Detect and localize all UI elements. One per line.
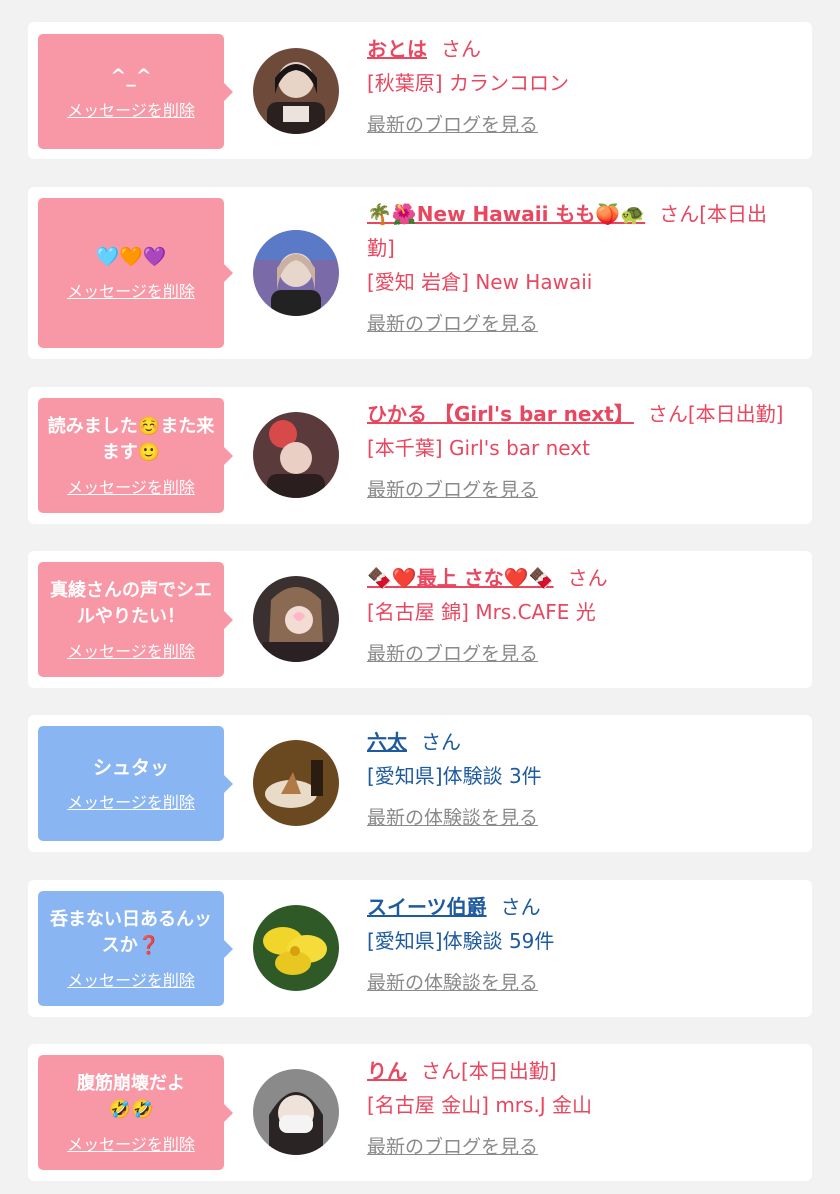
delete-message-link[interactable]: メッセージを削除 [67, 789, 195, 813]
avatar[interactable] [253, 48, 339, 134]
message-text: 読みました☺️また来ます🙂 [47, 415, 215, 463]
avatar[interactable] [253, 1069, 339, 1155]
latest-review-link[interactable]: 最新の体験談を見る [367, 968, 538, 995]
delete-message-link[interactable]: メッセージを削除 [67, 474, 195, 498]
message-card: 🩵🧡💜 メッセージを削除 🌴🌺New Hawaii もも🍑🐢 さん[本日出勤] [… [28, 187, 812, 359]
message-text: シュタッ [92, 756, 169, 779]
honorific: さん[本日出勤] [647, 402, 784, 426]
sender-name-link[interactable]: ひかる 【Girl's bar next】 [367, 402, 634, 426]
sender-info: りん さん[本日出勤] [名古屋 金山] mrs.J 金山 最新のブログを見る [367, 1054, 792, 1159]
sender-name-link[interactable]: 六太 [367, 730, 407, 754]
avatar[interactable] [253, 905, 339, 991]
message-bubble: 真綾さんの声でシエルやりたい！ メッセージを削除 [38, 562, 233, 677]
message-list: ^_^ メッセージを削除 おとは さん [秋葉原] カランコロン 最新のブログを見… [0, 0, 840, 1194]
message-bubble: シュタッ メッセージを削除 [38, 726, 233, 841]
sender-info: おとは さん [秋葉原] カランコロン 最新のブログを見る [367, 32, 792, 137]
message-card: 真綾さんの声でシエルやりたい！ メッセージを削除 🍫❤️最上 さな❤️🍫 さん [… [28, 551, 812, 688]
avatar[interactable] [253, 576, 339, 662]
honorific: さん[本日出勤] [421, 1059, 557, 1083]
message-bubble: 読みました☺️また来ます🙂 メッセージを削除 [38, 398, 233, 513]
shop-info: [愛知 岩倉] New Hawaii [367, 270, 593, 294]
delete-message-link[interactable]: メッセージを削除 [67, 638, 195, 662]
shop-info: [名古屋 錦] Mrs.CAFE 光 [367, 600, 596, 624]
message-text: 🩵🧡💜 [95, 246, 167, 268]
message-card: 呑まない日あるんッスか❓ メッセージを削除 スイーツ伯爵 さん [愛知県]体験談 … [28, 880, 812, 1017]
honorific: さん [441, 37, 481, 61]
honorific: さん [567, 566, 608, 590]
shop-info: [愛知県]体験談 3件 [367, 764, 542, 788]
message-bubble: ^_^ メッセージを削除 [38, 34, 233, 149]
sender-info: 六太 さん [愛知県]体験談 3件 最新の体験談を見る [367, 725, 792, 830]
delete-message-link[interactable]: メッセージを削除 [67, 967, 195, 991]
avatar[interactable] [253, 412, 339, 498]
latest-blog-link[interactable]: 最新のブログを見る [367, 309, 538, 336]
delete-message-link[interactable]: メッセージを削除 [67, 97, 195, 121]
delete-message-link[interactable]: メッセージを削除 [67, 278, 195, 302]
message-text: 真綾さんの声でシエルやりたい！ [50, 579, 212, 627]
sender-info: 🍫❤️最上 さな❤️🍫 さん [名古屋 錦] Mrs.CAFE 光 最新のブログを… [367, 561, 792, 666]
avatar[interactable] [253, 740, 339, 826]
message-card: ^_^ メッセージを削除 おとは さん [秋葉原] カランコロン 最新のブログを見… [28, 22, 812, 159]
message-card: 読みました☺️また来ます🙂 メッセージを削除 ひかる 【Girl's bar n… [28, 387, 812, 524]
sender-info: スイーツ伯爵 さん [愛知県]体験談 59件 最新の体験談を見る [367, 890, 792, 995]
sender-name-link[interactable]: おとは [367, 37, 427, 61]
message-text: ^_^ [110, 64, 152, 87]
shop-info: [本千葉] Girl's bar next [367, 436, 590, 460]
sender-name-link[interactable]: 🌴🌺New Hawaii もも🍑🐢 [367, 202, 645, 226]
shop-info: [秋葉原] カランコロン [367, 71, 569, 95]
latest-blog-link[interactable]: 最新のブログを見る [367, 110, 538, 137]
latest-blog-link[interactable]: 最新のブログを見る [367, 1132, 538, 1159]
shop-info: [名古屋 金山] mrs.J 金山 [367, 1093, 593, 1117]
message-card: 腹筋崩壊だよ🤣🤣 メッセージを削除 りん さん[本日出勤] [名古屋 金山] mr… [28, 1044, 812, 1181]
avatar[interactable] [253, 230, 339, 316]
message-card: シュタッ メッセージを削除 六太 さん [愛知県]体験談 3件 最新の体験談を見る [28, 715, 812, 852]
sender-name-link[interactable]: 🍫❤️最上 さな❤️🍫 [367, 566, 554, 590]
sender-info: 🌴🌺New Hawaii もも🍑🐢 さん[本日出勤] [愛知 岩倉] New Ha… [367, 197, 792, 336]
message-text: 腹筋崩壊だよ🤣🤣 [77, 1072, 185, 1120]
message-bubble: 🩵🧡💜 メッセージを削除 [38, 198, 233, 348]
message-bubble: 呑まない日あるんッスか❓ メッセージを削除 [38, 891, 233, 1006]
delete-message-link[interactable]: メッセージを削除 [67, 1131, 195, 1155]
honorific: さん [421, 730, 461, 754]
message-bubble: 腹筋崩壊だよ🤣🤣 メッセージを削除 [38, 1055, 233, 1170]
sender-name-link[interactable]: スイーツ伯爵 [367, 895, 487, 919]
sender-info: ひかる 【Girl's bar next】 さん[本日出勤] [本千葉] Girl… [367, 397, 792, 502]
sender-name-link[interactable]: りん [367, 1059, 407, 1083]
latest-review-link[interactable]: 最新の体験談を見る [367, 803, 538, 830]
honorific: さん [500, 895, 541, 919]
latest-blog-link[interactable]: 最新のブログを見る [367, 475, 538, 502]
latest-blog-link[interactable]: 最新のブログを見る [367, 639, 538, 666]
shop-info: [愛知県]体験談 59件 [367, 929, 555, 953]
message-text: 呑まない日あるんッスか❓ [50, 908, 212, 956]
